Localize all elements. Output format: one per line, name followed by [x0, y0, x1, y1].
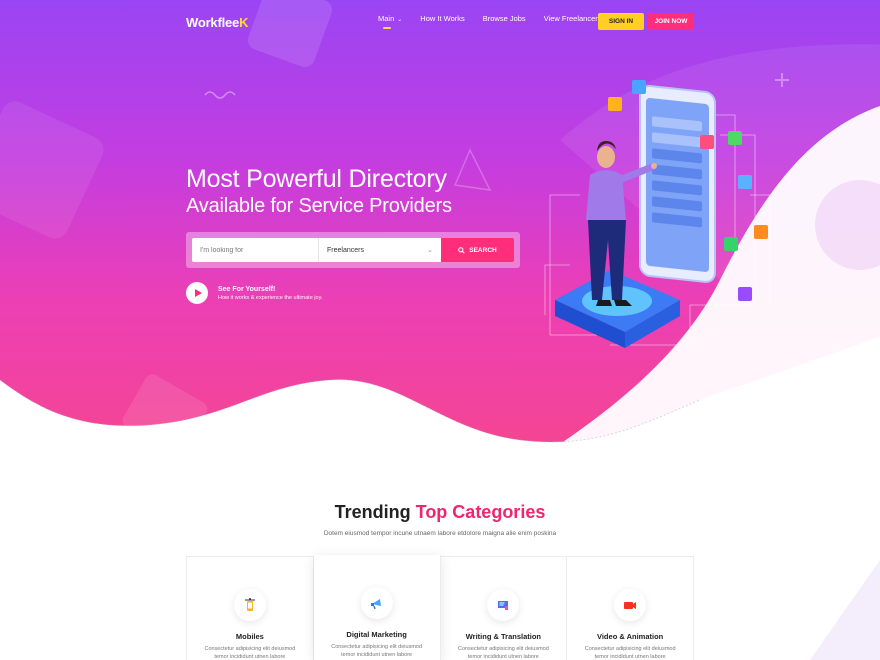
category-title: Video & Animation [596, 632, 664, 641]
video-title: See For Yourself! [218, 285, 276, 293]
logo-accent: K [239, 14, 249, 30]
nav-link-how-it-works[interactable]: How It Works [420, 14, 464, 23]
category-desc: Consectetur adipisicing elit deiusmod te… [204, 646, 296, 660]
category-desc: Consectetur adipisicing elit deiusmod te… [457, 646, 549, 660]
chevron-down-icon: ⌄ [397, 17, 403, 23]
hero-title: Most Powerful Directory Available for Se… [186, 166, 452, 220]
categories-title-plain: Trending [334, 502, 411, 522]
megaphone-icon [360, 587, 393, 619]
search-bar: Freelancers ⌄ SEARCH [186, 232, 520, 268]
category-cards: Mobiles Consectetur adipisicing elit dei… [186, 555, 694, 660]
corner-decoration [810, 560, 880, 660]
search-button[interactable]: SEARCH [441, 238, 514, 262]
sign-in-button[interactable]: SIGN IN [598, 13, 644, 30]
play-button[interactable] [186, 282, 208, 304]
join-now-button[interactable]: JOIN NOW [648, 13, 694, 30]
video-intro: See For Yourself! How it works & experie… [186, 282, 322, 304]
hero-section: Workflee K Main ⌄ How It Works Browse Jobs… [0, 0, 880, 460]
writing-icon [487, 589, 520, 621]
nav-link-view-freelancers[interactable]: View Freelancers [544, 14, 602, 23]
hero-title-line1: Most Powerful Directory [186, 165, 447, 193]
categories-title-highlight: Top Categories [415, 502, 546, 522]
category-select[interactable]: Freelancers ⌄ [318, 238, 441, 262]
category-title: Digital Marketing [346, 630, 407, 639]
category-desc: Consectetur adipisicing elit deiusmod te… [331, 644, 423, 658]
category-card-digital-marketing[interactable]: Digital Marketing Consectetur adipisicin… [313, 555, 441, 660]
category-card-mobiles[interactable]: Mobiles Consectetur adipisicing elit dei… [187, 557, 314, 660]
search-input[interactable] [192, 238, 318, 262]
categories-subtitle: Dotem eiusmod tempor incune utnaem labor… [323, 530, 557, 537]
category-select-value: Freelancers [327, 246, 364, 254]
category-card-video-animation[interactable]: Video & Animation Consectetur adipisicin… [567, 557, 693, 660]
video-subtitle: How it works & experience the ultimate j… [218, 294, 323, 301]
play-icon [194, 289, 202, 297]
search-button-label: SEARCH [469, 246, 497, 254]
chevron-down-icon: ⌄ [427, 247, 433, 254]
nav-link-main-label: Main [378, 14, 395, 23]
hero-title-line2: Available for Service Providers [186, 195, 452, 217]
nav-link-main[interactable]: Main ⌄ [378, 14, 403, 29]
category-title: Mobiles [235, 632, 264, 641]
mobile-dev-icon [233, 589, 266, 621]
nav-links: Main ⌄ How It Works Browse Jobs View Free… [378, 14, 620, 29]
nav-link-browse-jobs[interactable]: Browse Jobs [483, 14, 526, 23]
logo-text: Workflee [186, 14, 240, 30]
top-navbar: Workflee K Main ⌄ How It Works Browse Jobs… [186, 10, 694, 34]
categories-title: Trending Top Categories [0, 502, 880, 523]
category-title: Writing & Translation [465, 632, 542, 641]
video-text: See For Yourself! How it works & experie… [218, 286, 322, 301]
category-card-writing-translation[interactable]: Writing & Translation Consectetur adipis… [441, 557, 568, 660]
logo[interactable]: Workflee K [186, 15, 248, 30]
hero-illustration [544, 80, 771, 348]
search-icon [458, 246, 465, 254]
category-desc: Consectetur adipisicing elit deiusmod te… [584, 646, 676, 660]
video-camera-icon [614, 589, 647, 621]
